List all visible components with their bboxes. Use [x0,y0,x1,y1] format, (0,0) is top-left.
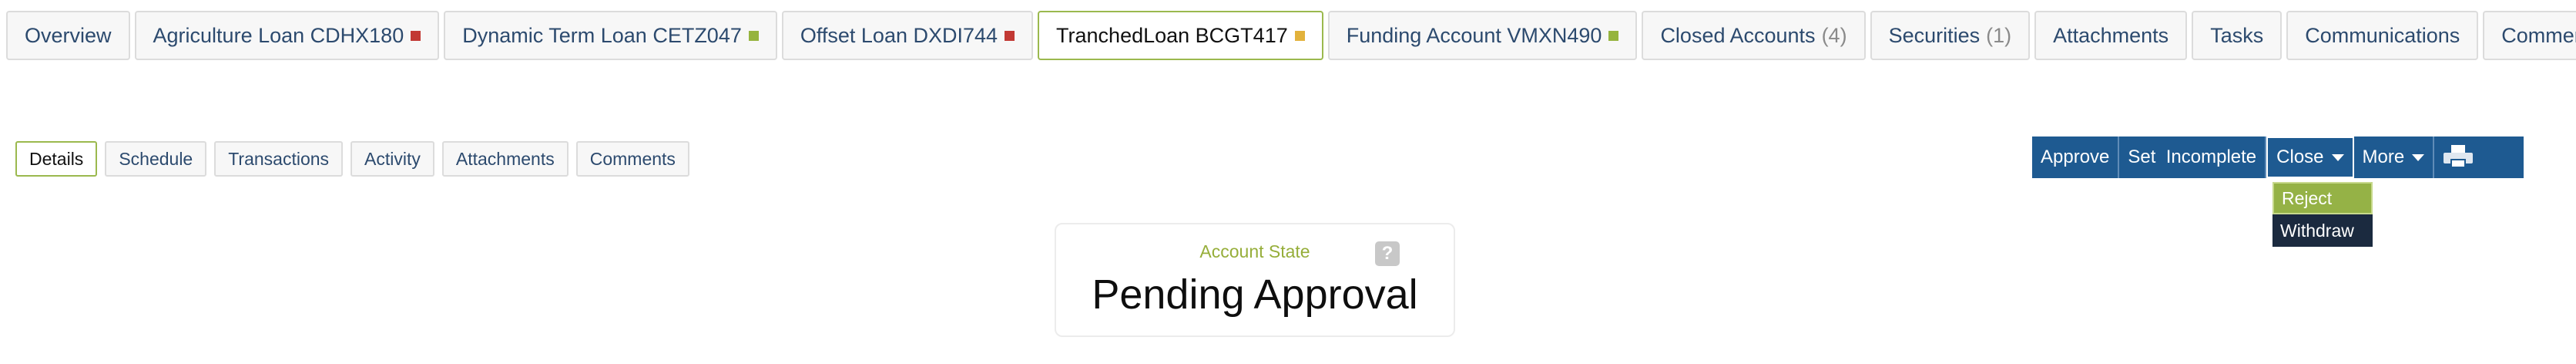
tab-tasks[interactable]: Tasks [2192,11,2283,60]
tab-label: Dynamic Term Loan CETZ047 [462,23,742,47]
more-menu-button[interactable]: More [2354,136,2435,178]
tab-count: (4) [1821,23,1847,47]
status-indicator [411,30,421,41]
tab-communications[interactable]: Communications [2286,11,2479,60]
subtab-details[interactable]: Details [15,141,98,177]
print-button[interactable] [2434,136,2482,178]
close-menu-button[interactable]: Close [2266,136,2354,178]
subtab-transactions[interactable]: Transactions [214,141,344,177]
account-tabs: Overview Agriculture Loan CDHX180 Dynami… [6,11,2576,60]
subtab-schedule[interactable]: Schedule [105,141,207,177]
tab-offset-loan[interactable]: Offset Loan DXDI744 [781,11,1034,60]
tab-comments[interactable]: Comments [2483,11,2576,60]
tab-overview[interactable]: Overview [6,11,130,60]
menu-item-reject[interactable]: Reject [2272,182,2373,214]
subtab-activity[interactable]: Activity [351,141,434,177]
tab-label: Comments [2501,23,2576,47]
tab-closed-accounts[interactable]: Closed Accounts (4) [1642,11,1866,60]
tab-securities[interactable]: Securities (1) [1870,11,2031,60]
set-incomplete-button[interactable]: Set Incomplete [2119,136,2267,178]
subtab-attachments[interactable]: Attachments [441,141,569,177]
tab-label: TranchedLoan BCGT417 [1056,23,1288,47]
account-state-value: Pending Approval [1092,271,1418,318]
tab-label: Securities [1888,23,1981,47]
status-indicator [1005,30,1015,41]
tab-label: Attachments [2053,23,2169,47]
tab-agriculture-loan[interactable]: Agriculture Loan CDHX180 [134,11,440,60]
help-icon[interactable]: ? [1375,241,1400,266]
close-label: Close [2276,147,2324,167]
tab-attachments[interactable]: Attachments [2034,11,2188,60]
status-indicator [1294,30,1305,41]
tab-label: Closed Accounts [1660,23,1816,47]
status-indicator [1608,30,1619,41]
tab-label: Agriculture Loan CDHX180 [153,23,404,47]
chevron-down-icon [2412,153,2425,161]
subtab-comments[interactable]: Comments [575,141,689,177]
tab-funding-account[interactable]: Funding Account VMXN490 [1327,11,1638,60]
status-indicator [748,30,759,41]
printer-icon [2444,145,2474,170]
account-state-card: Account State ? Pending Approval [1055,223,1455,337]
chevron-down-icon [2331,153,2344,161]
menu-item-withdraw[interactable]: Withdraw [2272,214,2373,247]
action-bar: Approve Set Incomplete Close More [2032,136,2524,178]
tab-label: Funding Account VMXN490 [1346,23,1602,47]
tab-label: Overview [25,23,112,47]
tab-label: Communications [2305,23,2460,47]
approve-button[interactable]: Approve [2032,136,2120,178]
tab-tranched-loan[interactable]: TranchedLoan BCGT417 [1038,11,1323,60]
more-label: More [2362,147,2405,167]
tab-label: Tasks [2210,23,2264,47]
tab-count: (1) [1986,23,2012,47]
tab-dynamic-term-loan[interactable]: Dynamic Term Loan CETZ047 [444,11,777,60]
tab-label: Offset Loan DXDI744 [800,23,998,47]
close-dropdown-menu: Reject Withdraw [2272,182,2373,247]
detail-subtabs: Details Schedule Transactions Activity A… [15,141,689,177]
